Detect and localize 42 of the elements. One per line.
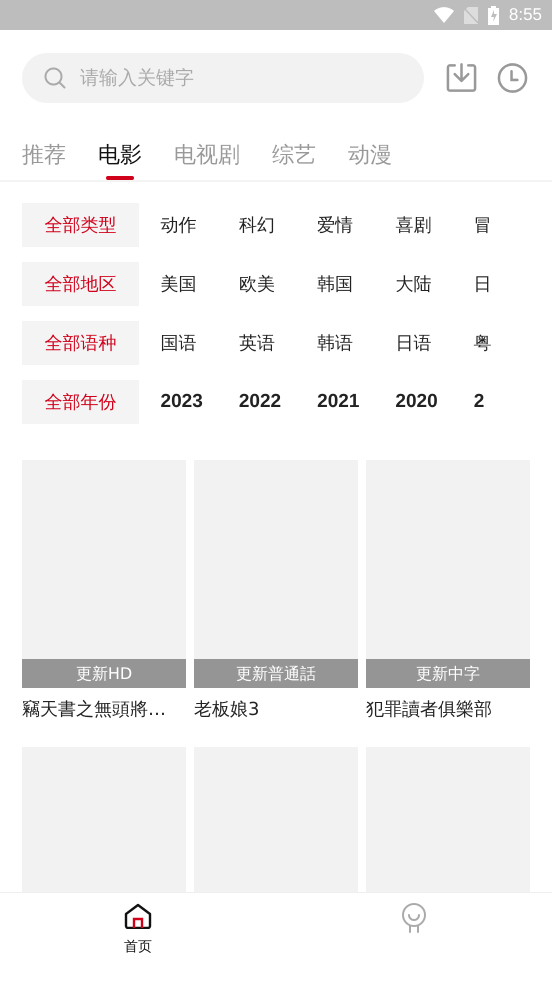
search-icon — [44, 66, 66, 88]
category-tab[interactable]: 电影 — [98, 139, 142, 180]
filter-option[interactable]: 日 — [474, 262, 552, 306]
movie-title[interactable]: 犯罪讀者俱樂部 — [366, 688, 530, 739]
wifi-icon — [434, 7, 454, 23]
filter-option[interactable]: 动作 — [160, 203, 239, 247]
update-label: 更新HD — [22, 659, 186, 688]
download-icon[interactable] — [446, 62, 477, 92]
filter-option[interactable]: 英语 — [238, 321, 318, 365]
filter-option[interactable]: 全部语种 — [22, 321, 139, 365]
filter-option[interactable]: 国语 — [160, 321, 239, 365]
update-label: 更新普通話 — [194, 659, 358, 688]
movie-title[interactable]: 老板娘3 — [194, 688, 358, 739]
filter-option[interactable]: 科幻 — [238, 203, 318, 247]
filter-option[interactable]: 粤 — [474, 321, 552, 365]
profile-icon — [401, 903, 427, 933]
filter-option[interactable]: 大陆 — [395, 262, 474, 306]
filter-option[interactable]: 喜剧 — [395, 203, 474, 247]
filter-option[interactable]: 韩国 — [317, 262, 396, 306]
filter-option[interactable]: 2020 — [395, 380, 474, 424]
filter-option[interactable]: 全部年份 — [22, 380, 139, 424]
filter-option[interactable]: 欧美 — [238, 262, 318, 306]
home-icon — [124, 903, 152, 929]
update-label: 更新中字 — [366, 659, 530, 688]
movie-title[interactable]: 竊天書之無頭將… — [22, 688, 186, 739]
filter-option[interactable]: 爱情 — [317, 203, 396, 247]
filter-option[interactable]: 2023 — [160, 380, 239, 424]
clock-time: 8:55 — [508, 4, 542, 26]
filter-option[interactable]: 全部类型 — [22, 203, 139, 247]
filter-option[interactable]: 日语 — [395, 321, 474, 365]
no-sim-icon — [464, 6, 478, 24]
filter-option[interactable]: 全部地区 — [22, 262, 139, 306]
filter-option[interactable]: 2022 — [238, 380, 318, 424]
filter-option[interactable]: 2021 — [317, 380, 396, 424]
filter-option[interactable]: 2 — [474, 380, 552, 424]
filter-option[interactable]: 冒 — [474, 203, 552, 247]
history-icon[interactable] — [497, 62, 528, 94]
filter-option[interactable]: 韩语 — [317, 321, 396, 365]
search-field[interactable]: 请输入关键字 — [22, 52, 424, 102]
nav-tab[interactable]: 首页 — [0, 893, 276, 981]
battery-icon — [488, 6, 499, 24]
filter-option[interactable]: 美国 — [160, 262, 239, 306]
